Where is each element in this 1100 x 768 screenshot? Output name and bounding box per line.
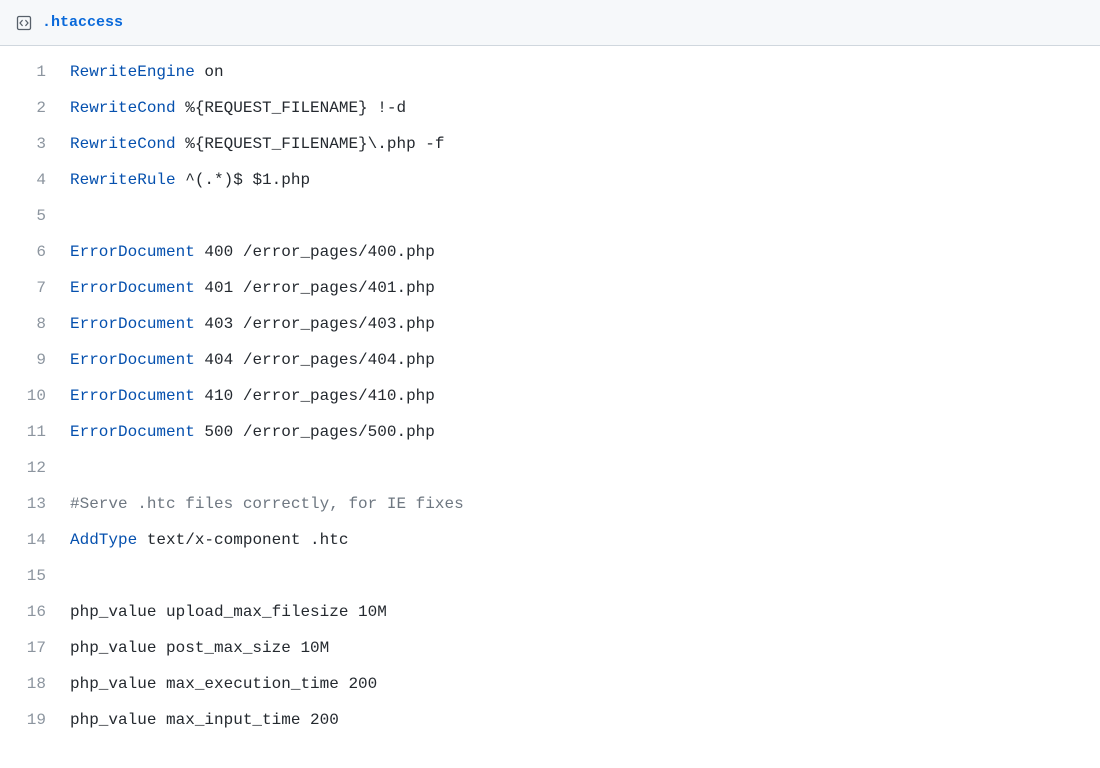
line-number[interactable]: 18 <box>0 666 70 702</box>
code-line: 9ErrorDocument 404 /error_pages/404.php <box>0 342 1100 378</box>
code-token: ErrorDocument <box>70 351 195 369</box>
code-token: php_value upload_max_filesize 10M <box>70 603 387 621</box>
line-number[interactable]: 11 <box>0 414 70 450</box>
code-line: 6ErrorDocument 400 /error_pages/400.php <box>0 234 1100 270</box>
code-token: AddType <box>70 531 137 549</box>
code-line: 8ErrorDocument 403 /error_pages/403.php <box>0 306 1100 342</box>
code-line: 16php_value upload_max_filesize 10M <box>0 594 1100 630</box>
code-token: ErrorDocument <box>70 423 195 441</box>
code-content[interactable]: ErrorDocument 401 /error_pages/401.php <box>70 270 1100 306</box>
code-token: %{REQUEST_FILENAME}\.php -f <box>176 135 445 153</box>
code-token: 404 /error_pages/404.php <box>195 351 435 369</box>
line-number[interactable]: 19 <box>0 702 70 738</box>
code-line: 12 <box>0 450 1100 486</box>
line-number[interactable]: 3 <box>0 126 70 162</box>
code-token: ErrorDocument <box>70 315 195 333</box>
code-line: 19php_value max_input_time 200 <box>0 702 1100 738</box>
code-content[interactable]: ErrorDocument 403 /error_pages/403.php <box>70 306 1100 342</box>
line-number[interactable]: 10 <box>0 378 70 414</box>
code-token: 500 /error_pages/500.php <box>195 423 435 441</box>
line-number[interactable]: 16 <box>0 594 70 630</box>
code-token: ^(.*)$ $1.php <box>176 171 310 189</box>
code-content[interactable]: RewriteCond %{REQUEST_FILENAME}\.php -f <box>70 126 1100 162</box>
code-line: 3RewriteCond %{REQUEST_FILENAME}\.php -f <box>0 126 1100 162</box>
code-content[interactable]: RewriteCond %{REQUEST_FILENAME} !-d <box>70 90 1100 126</box>
code-line: 14AddType text/x-component .htc <box>0 522 1100 558</box>
code-line: 18php_value max_execution_time 200 <box>0 666 1100 702</box>
line-number[interactable]: 13 <box>0 486 70 522</box>
code-token: php_value max_input_time 200 <box>70 711 339 729</box>
line-number[interactable]: 17 <box>0 630 70 666</box>
code-line: 5 <box>0 198 1100 234</box>
code-content[interactable]: ErrorDocument 404 /error_pages/404.php <box>70 342 1100 378</box>
code-line: 2RewriteCond %{REQUEST_FILENAME} !-d <box>0 90 1100 126</box>
code-token: php_value post_max_size 10M <box>70 639 329 657</box>
code-content[interactable]: RewriteEngine on <box>70 54 1100 90</box>
code-content[interactable]: #Serve .htc files correctly, for IE fixe… <box>70 486 1100 522</box>
code-line: 4RewriteRule ^(.*)$ $1.php <box>0 162 1100 198</box>
line-number[interactable]: 8 <box>0 306 70 342</box>
code-token: RewriteCond <box>70 99 176 117</box>
code-token: php_value max_execution_time 200 <box>70 675 377 693</box>
line-number[interactable]: 6 <box>0 234 70 270</box>
code-token: ErrorDocument <box>70 243 195 261</box>
code-token: RewriteCond <box>70 135 176 153</box>
code-line: 11ErrorDocument 500 /error_pages/500.php <box>0 414 1100 450</box>
code-content[interactable]: RewriteRule ^(.*)$ $1.php <box>70 162 1100 198</box>
code-line: 1RewriteEngine on <box>0 54 1100 90</box>
code-token: RewriteRule <box>70 171 176 189</box>
code-content[interactable]: php_value max_execution_time 200 <box>70 666 1100 702</box>
file-header: .htaccess <box>0 0 1100 46</box>
code-token: RewriteEngine <box>70 63 195 81</box>
line-number[interactable]: 15 <box>0 558 70 594</box>
code-line: 13#Serve .htc files correctly, for IE fi… <box>0 486 1100 522</box>
code-content[interactable]: php_value post_max_size 10M <box>70 630 1100 666</box>
line-number[interactable]: 7 <box>0 270 70 306</box>
line-number[interactable]: 14 <box>0 522 70 558</box>
code-token: 400 /error_pages/400.php <box>195 243 435 261</box>
code-token: %{REQUEST_FILENAME} !-d <box>176 99 406 117</box>
code-token: 401 /error_pages/401.php <box>195 279 435 297</box>
code-content[interactable]: ErrorDocument 500 /error_pages/500.php <box>70 414 1100 450</box>
code-token: ErrorDocument <box>70 387 195 405</box>
line-number[interactable]: 4 <box>0 162 70 198</box>
code-content[interactable]: php_value max_input_time 200 <box>70 702 1100 738</box>
code-content[interactable]: ErrorDocument 400 /error_pages/400.php <box>70 234 1100 270</box>
code-line: 7ErrorDocument 401 /error_pages/401.php <box>0 270 1100 306</box>
code-token: on <box>195 63 224 81</box>
code-file-icon <box>16 15 32 31</box>
code-content[interactable]: AddType text/x-component .htc <box>70 522 1100 558</box>
code-viewer: 1RewriteEngine on2RewriteCond %{REQUEST_… <box>0 46 1100 738</box>
code-token: ErrorDocument <box>70 279 195 297</box>
code-token: 403 /error_pages/403.php <box>195 315 435 333</box>
line-number[interactable]: 2 <box>0 90 70 126</box>
line-number[interactable]: 12 <box>0 450 70 486</box>
code-content[interactable]: php_value upload_max_filesize 10M <box>70 594 1100 630</box>
code-content[interactable]: ErrorDocument 410 /error_pages/410.php <box>70 378 1100 414</box>
code-token: 410 /error_pages/410.php <box>195 387 435 405</box>
filename-link[interactable]: .htaccess <box>42 14 123 31</box>
code-token: text/x-component .htc <box>137 531 348 549</box>
line-number[interactable]: 5 <box>0 198 70 234</box>
code-line: 10ErrorDocument 410 /error_pages/410.php <box>0 378 1100 414</box>
code-line: 17php_value post_max_size 10M <box>0 630 1100 666</box>
line-number[interactable]: 9 <box>0 342 70 378</box>
code-line: 15 <box>0 558 1100 594</box>
line-number[interactable]: 1 <box>0 54 70 90</box>
code-token: #Serve .htc files correctly, for IE fixe… <box>70 495 464 513</box>
